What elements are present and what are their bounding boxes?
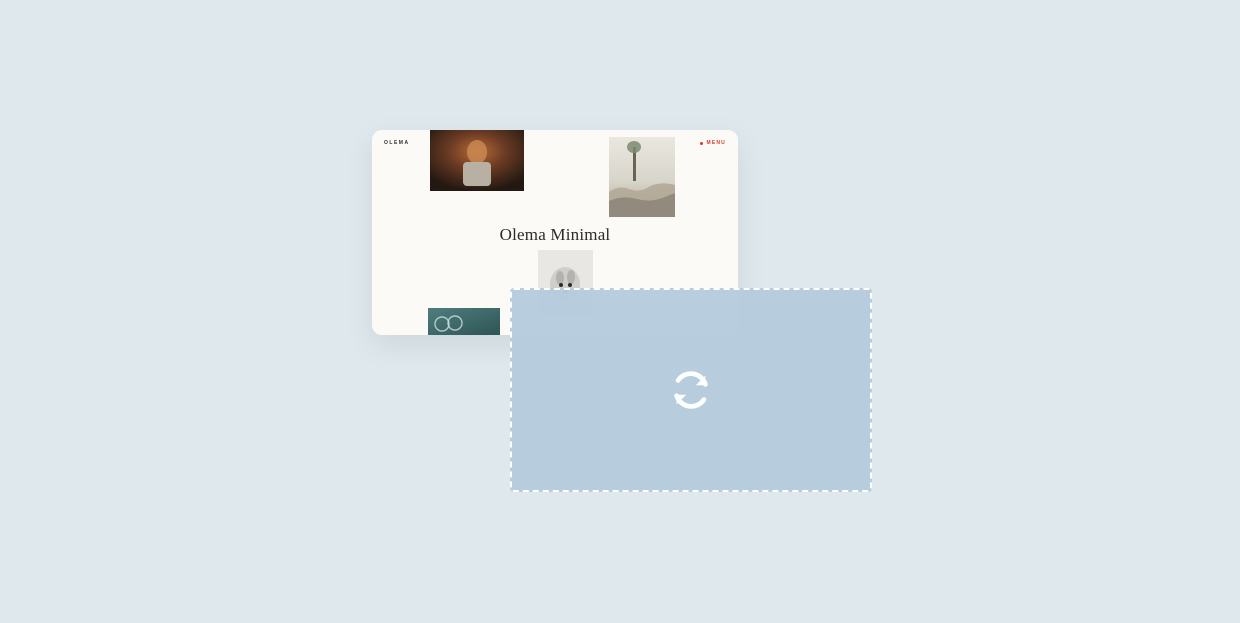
menu-button[interactable]: MENU bbox=[700, 140, 726, 146]
gallery-image-portrait bbox=[430, 130, 524, 191]
menu-label: MENU bbox=[706, 140, 726, 146]
gallery-image-landscape bbox=[609, 137, 675, 217]
refresh-dropzone[interactable] bbox=[510, 288, 872, 492]
hero-title: Olema Minimal bbox=[372, 225, 738, 245]
refresh-icon bbox=[668, 367, 714, 413]
gallery-image-teal bbox=[428, 308, 500, 335]
site-logo: OLEMA bbox=[384, 140, 410, 146]
menu-dot-icon bbox=[700, 142, 703, 145]
